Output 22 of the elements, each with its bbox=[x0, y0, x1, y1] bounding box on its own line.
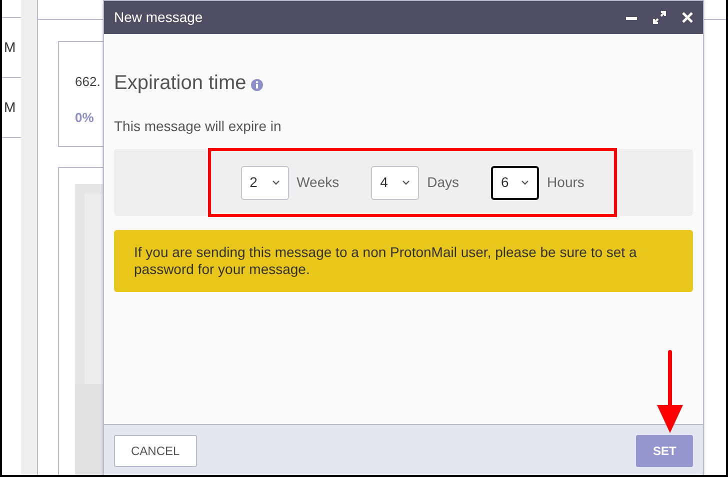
storage-percent: 0% bbox=[75, 108, 94, 126]
row-label: M bbox=[4, 38, 16, 57]
cancel-button[interactable]: CANCEL bbox=[114, 435, 197, 467]
number-select[interactable]: 2 bbox=[240, 166, 289, 200]
unit-label: Weeks bbox=[296, 173, 340, 192]
window-title: New message bbox=[114, 8, 203, 27]
row-label: M bbox=[4, 98, 16, 117]
maximize-icon[interactable] bbox=[653, 11, 666, 24]
unit-label: Hours bbox=[547, 173, 584, 192]
number-select[interactable]: 6 bbox=[491, 166, 540, 200]
chevron-icon bbox=[272, 180, 280, 185]
minimize-icon[interactable] bbox=[626, 16, 637, 20]
storage-value: 662. bbox=[75, 73, 100, 91]
chevron-icon bbox=[402, 180, 410, 185]
dialog-heading: Expiration time bbox=[114, 71, 246, 96]
number-select[interactable]: 4 bbox=[371, 166, 420, 200]
info-icon[interactable] bbox=[251, 79, 264, 91]
expiry-label: This message will expire in bbox=[114, 117, 282, 136]
warning-alert: If you are sending this message to a non ProtonMail user, please be sure to set a password for your message. bbox=[114, 230, 693, 292]
chevron-icon bbox=[521, 180, 530, 185]
unit-label: Days bbox=[427, 173, 460, 192]
close-icon[interactable] bbox=[682, 12, 693, 23]
